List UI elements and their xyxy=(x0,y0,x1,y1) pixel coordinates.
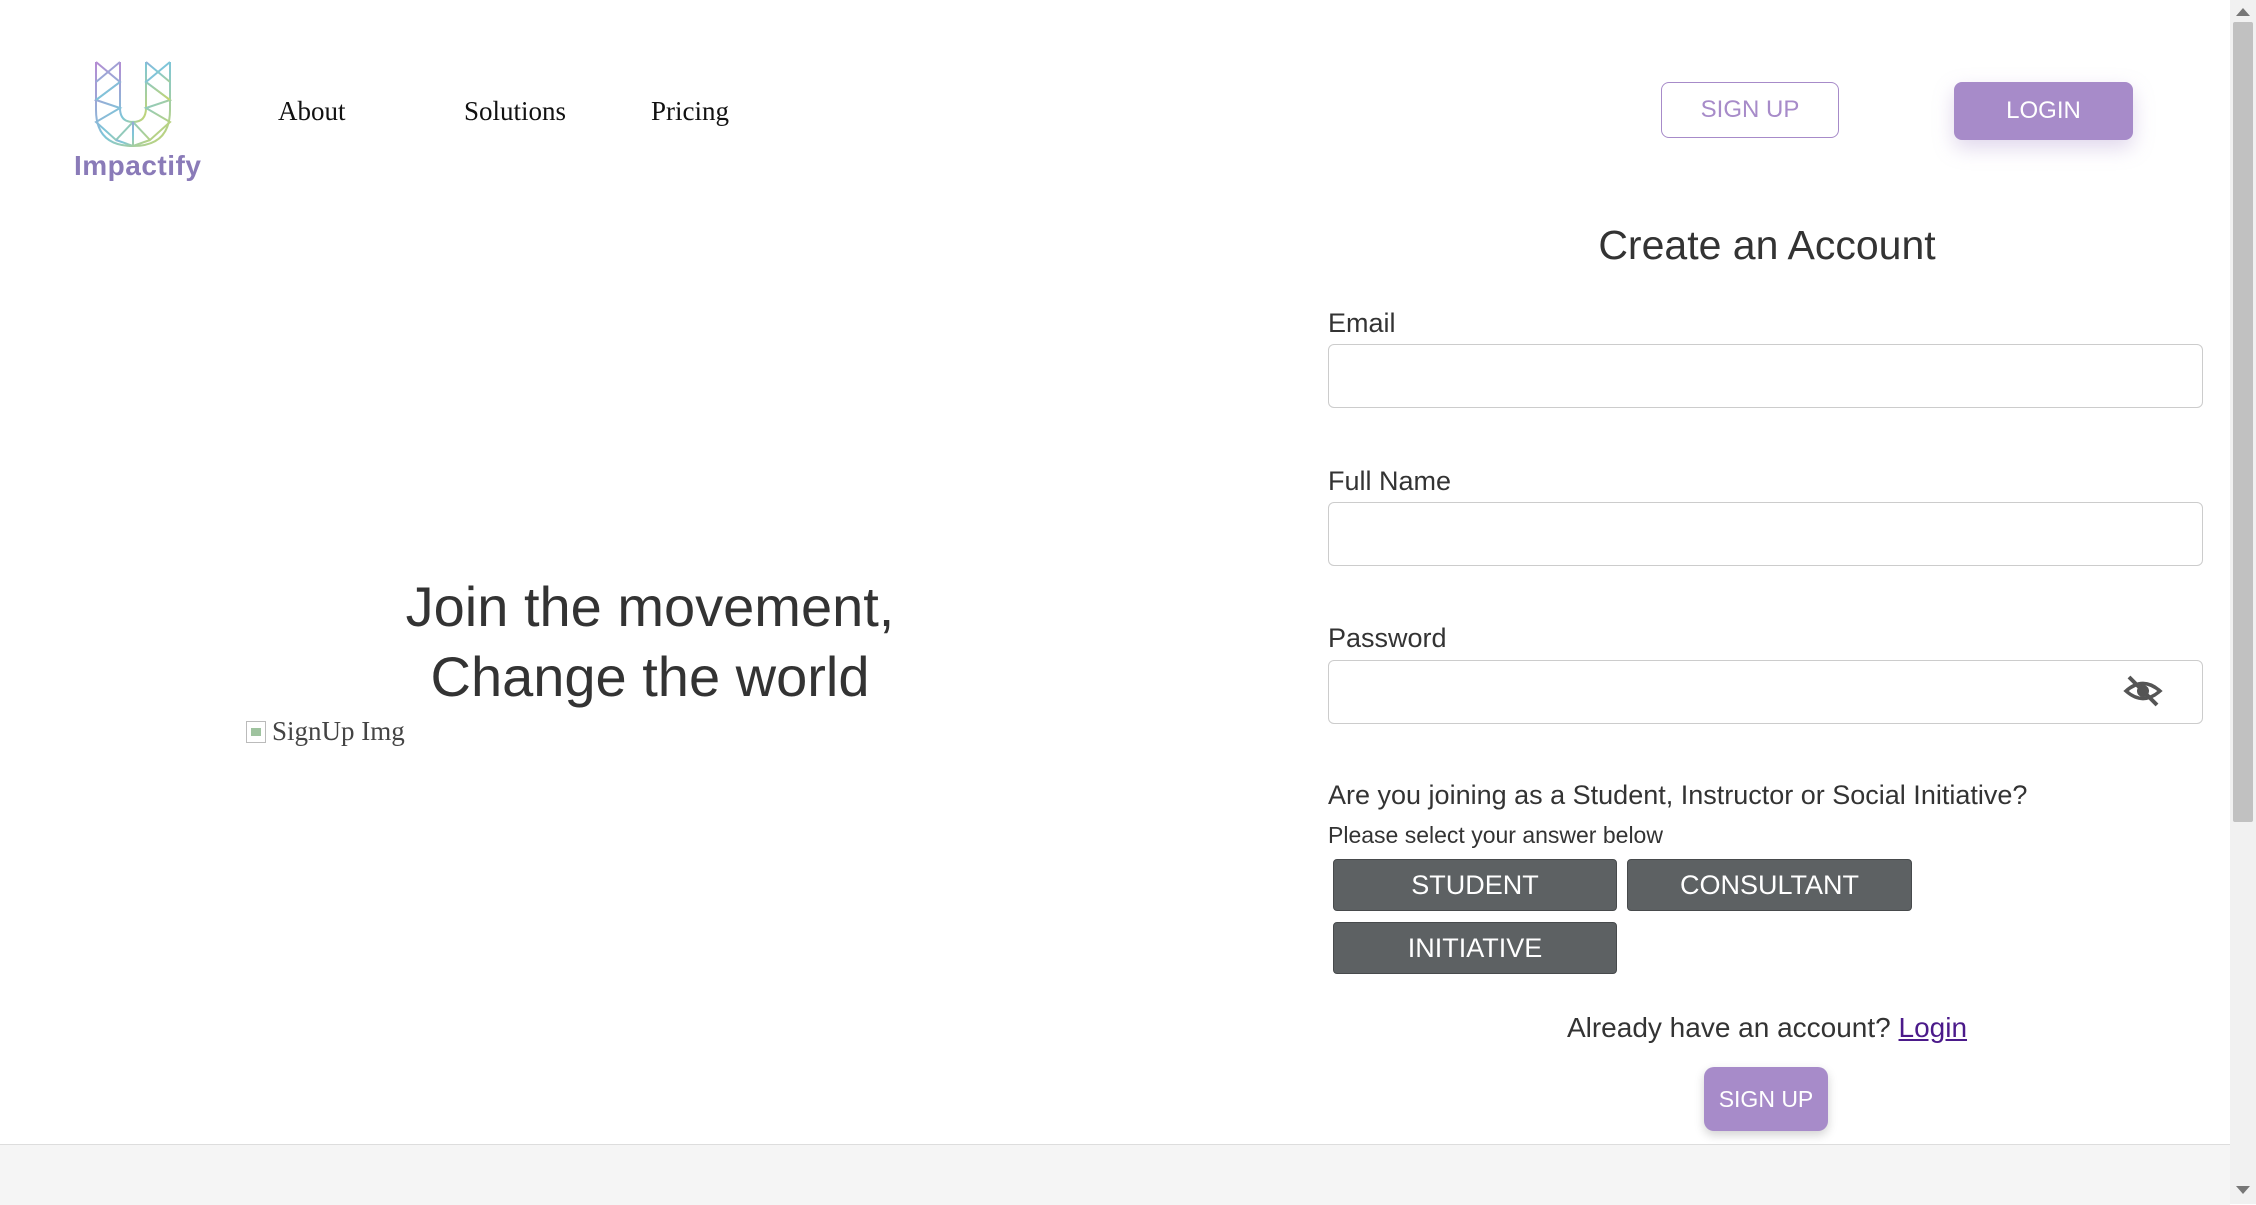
logo-wordmark: Impactify xyxy=(74,150,202,181)
signup-image-alt: SignUp Img xyxy=(272,716,405,746)
header-signup-button[interactable]: SIGN UP xyxy=(1661,82,1839,138)
role-hint: Please select your answer below xyxy=(1328,822,1663,848)
footer xyxy=(0,1144,2230,1205)
broken-image-icon xyxy=(246,720,266,743)
hero-line-1: Join the movement, xyxy=(405,575,895,638)
role-initiative-button[interactable]: INITIATIVE xyxy=(1333,922,1617,974)
already-text: Already have an account? xyxy=(1566,1012,1891,1043)
signup-page: Impactify About Solutions Pricing SIGN U… xyxy=(0,0,2230,1205)
header-login-button[interactable]: LOGIN xyxy=(1954,82,2133,140)
impactify-logo[interactable]: Impactify xyxy=(72,58,201,184)
scroll-down-arrow-icon[interactable] xyxy=(2236,1186,2250,1194)
role-question: Are you joining as a Student, Instructor… xyxy=(1328,780,2028,810)
fullname-label: Full Name xyxy=(1328,466,1452,496)
form-title: Create an Account xyxy=(1598,222,1936,268)
already-have-account: Already have an account? Login xyxy=(1328,1012,2206,1044)
email-field[interactable] xyxy=(1328,344,2203,408)
role-student-button[interactable]: STUDENT xyxy=(1333,859,1617,911)
logo-mark-icon xyxy=(93,61,173,148)
password-field[interactable] xyxy=(1328,660,2203,724)
hero-heading: Join the movement, Change the world xyxy=(330,572,970,712)
password-label: Password xyxy=(1328,623,1447,653)
login-link[interactable]: Login xyxy=(1899,1012,1968,1043)
eye-off-icon[interactable] xyxy=(2123,672,2163,710)
scrollbar-thumb[interactable] xyxy=(2233,22,2253,822)
hero-line-2: Change the world xyxy=(430,645,870,708)
signup-submit-button[interactable]: SIGN UP xyxy=(1704,1067,1828,1131)
email-label: Email xyxy=(1328,308,1396,338)
signup-image: SignUp Img xyxy=(246,716,405,747)
fullname-field[interactable] xyxy=(1328,502,2203,566)
nav-about-link[interactable]: About xyxy=(278,96,346,127)
scroll-up-arrow-icon[interactable] xyxy=(2236,8,2250,16)
nav-solutions-link[interactable]: Solutions xyxy=(464,96,566,127)
nav-pricing-link[interactable]: Pricing xyxy=(651,96,729,127)
role-consultant-button[interactable]: CONSULTANT xyxy=(1627,859,1912,911)
